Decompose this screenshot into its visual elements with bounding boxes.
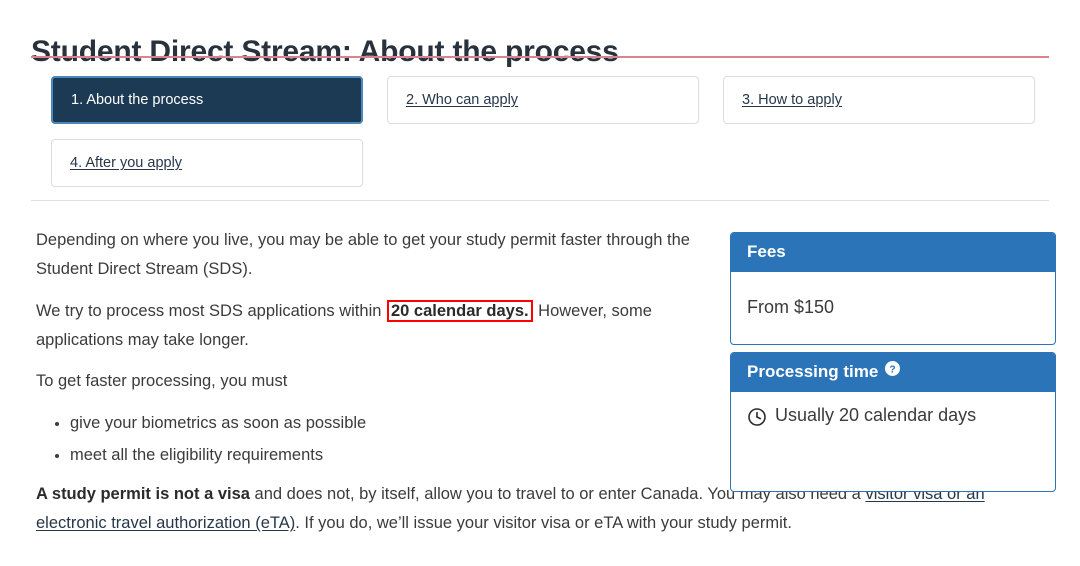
tab-after-you-apply[interactable]: 4. After you apply — [51, 139, 363, 187]
paragraph-processing: We try to process most SDS applications … — [36, 297, 701, 355]
list-item: give your biometrics as soon as possible — [70, 409, 701, 438]
study-permit-bold-lead: A study permit is not a visa — [36, 485, 250, 503]
tab-about-the-process-label: 1. About the process — [71, 92, 203, 108]
page-root: Student Direct Stream: About the process… — [0, 0, 1080, 566]
fees-card-header: Fees — [731, 233, 1055, 272]
main-content-column: Depending on where you live, you may be … — [36, 226, 701, 484]
fees-card-value: From $150 — [747, 297, 834, 318]
content-divider — [31, 200, 1049, 201]
processing-time-card-header: Processing time ? — [731, 353, 1055, 392]
paragraph-intro: Depending on where you live, you may be … — [36, 226, 701, 284]
processing-time-card-title: Processing time — [747, 362, 878, 382]
title-underline-rule — [31, 56, 1049, 58]
requirements-list: give your biometrics as soon as possible… — [36, 409, 701, 470]
fees-card-body: From $150 — [731, 272, 1055, 344]
highlighted-20-calendar-days: 20 calendar days. — [387, 300, 533, 322]
tab-who-can-apply-label: 2. Who can apply — [406, 92, 518, 108]
paragraph-processing-prefix: We try to process most SDS applications … — [36, 302, 386, 320]
svg-text:?: ? — [890, 364, 896, 375]
tab-about-the-process[interactable]: 1. About the process — [51, 76, 363, 124]
clock-icon — [747, 407, 767, 427]
fees-card: Fees From $150 — [730, 232, 1056, 345]
processing-time-card: Processing time ? Usually 20 calendar da… — [730, 352, 1056, 492]
list-item: meet all the eligibility requirements — [70, 441, 701, 470]
processing-time-card-body: Usually 20 calendar days — [731, 392, 1055, 491]
help-question-mark-icon[interactable]: ? — [885, 361, 900, 376]
page-title: Student Direct Stream: About the process — [31, 34, 619, 70]
processing-time-card-value: Usually 20 calendar days — [775, 405, 976, 426]
paragraph-faster-processing: To get faster processing, you must — [36, 367, 701, 396]
tab-how-to-apply-label: 3. How to apply — [742, 92, 842, 108]
section-tab-list: 1. About the process 2. Who can apply 3.… — [51, 76, 1051, 187]
tab-who-can-apply[interactable]: 2. Who can apply — [387, 76, 699, 124]
tab-after-you-apply-label: 4. After you apply — [70, 155, 182, 171]
fees-card-title: Fees — [747, 242, 786, 262]
study-permit-end-text: . If you do, we’ll issue your visitor vi… — [295, 514, 792, 532]
tab-how-to-apply[interactable]: 3. How to apply — [723, 76, 1035, 124]
